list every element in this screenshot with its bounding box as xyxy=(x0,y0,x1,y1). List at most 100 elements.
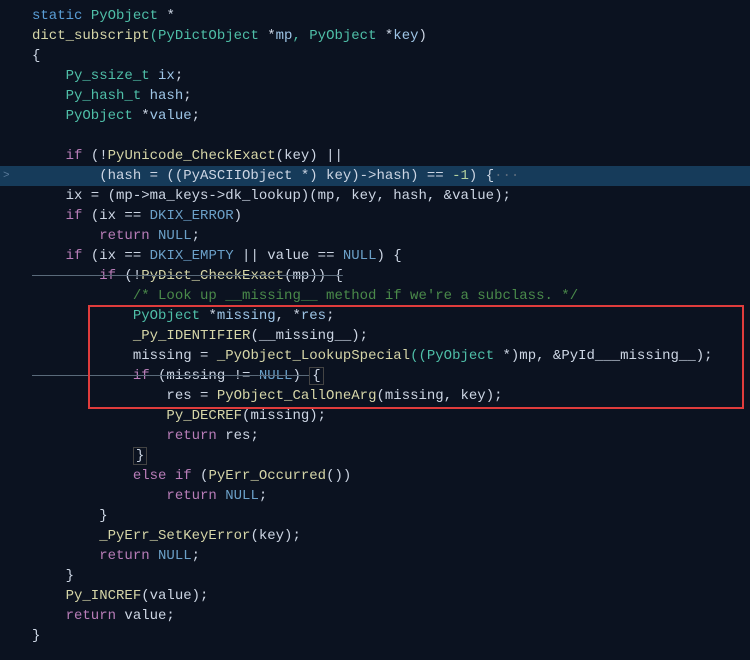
code-line: Py_DECREF(missing); xyxy=(0,406,750,426)
token-type: Py_ssize_t xyxy=(32,68,158,84)
code-line: if (missing != NULL) { xyxy=(0,366,750,386)
code-line: missing = _PyObject_LookupSpecial((PyObj… xyxy=(0,346,750,366)
token-macro: NULL xyxy=(259,368,293,384)
token-punct: ; xyxy=(192,548,200,564)
token-id: value xyxy=(150,108,192,124)
token-type: , PyObject xyxy=(292,28,384,44)
token-punct: ; xyxy=(183,88,191,104)
token-function: Py_INCREF xyxy=(32,588,141,604)
token-function: PyDict_CheckExact xyxy=(141,268,284,284)
code-editor[interactable]: static PyObject * dict_subscript(PyDictO… xyxy=(0,0,750,652)
code-line: PyObject *missing, *res; xyxy=(0,306,750,326)
token-code: || value == xyxy=(234,248,343,264)
token-type: Py_hash_t xyxy=(32,88,150,104)
token-macro: DKIX_ERROR xyxy=(150,208,234,224)
code-line: return NULL; xyxy=(0,486,750,506)
token-code: ) xyxy=(234,208,242,224)
token-op: (! xyxy=(82,148,107,164)
token-code: value; xyxy=(116,608,175,624)
token-function: Py_DECREF xyxy=(32,408,242,424)
token-id: res xyxy=(301,308,326,324)
code-line: } xyxy=(0,506,750,526)
token-id: missing xyxy=(217,308,276,324)
code-line-highlighted: > (hash = ((PyASCIIObject *) key)->hash)… xyxy=(0,166,750,186)
token-control: if xyxy=(32,248,82,264)
token-op: (! xyxy=(116,268,141,284)
code-line: dict_subscript(PyDictObject *mp, PyObjec… xyxy=(0,26,750,46)
token-code: ) key)->hash) == xyxy=(309,168,452,184)
code-line: { xyxy=(0,46,750,66)
code-line: return NULL; xyxy=(0,226,750,246)
code-line: _PyErr_SetKeyError(key); xyxy=(0,526,750,546)
token-brace-boxed: { xyxy=(309,367,323,385)
code-line: static PyObject * xyxy=(0,6,750,26)
code-line: return value; xyxy=(0,606,750,626)
token-brace: } xyxy=(32,628,40,644)
token-type: ((PyObject xyxy=(410,348,502,364)
token-control: else if xyxy=(32,468,192,484)
token-op: * xyxy=(301,168,309,184)
token-keyword: static xyxy=(32,8,82,24)
code-line: /* Look up __missing__ method if we're a… xyxy=(0,286,750,306)
code-line: if (!PyDict_CheckExact(mp)) { xyxy=(0,266,750,286)
token-punct: ; xyxy=(192,108,200,124)
code-line: res = PyObject_CallOneArg(missing, key); xyxy=(0,386,750,406)
code-line-blank xyxy=(0,126,750,146)
token-op: (key) || xyxy=(276,148,343,164)
token-code: )mp, &PyId___missing__); xyxy=(511,348,713,364)
token-code: (hash = ((PyASCIIObject xyxy=(32,168,301,184)
code-line: } xyxy=(0,626,750,646)
token-function: PyErr_Occurred xyxy=(208,468,326,484)
code-line: _Py_IDENTIFIER(__missing__); xyxy=(0,326,750,346)
token-control: if xyxy=(32,368,150,384)
token-control: return xyxy=(32,548,150,564)
code-line: return NULL; xyxy=(0,546,750,566)
token-id: hash xyxy=(150,88,184,104)
code-line: if (ix == DKIX_ERROR) xyxy=(0,206,750,226)
code-line: } xyxy=(0,446,750,466)
fold-arrow-icon[interactable]: > xyxy=(3,166,10,186)
token-control: if xyxy=(32,208,82,224)
token-code: ) xyxy=(292,368,309,384)
token-brace: } xyxy=(32,568,74,584)
token-control: if xyxy=(32,268,116,284)
token-control: return xyxy=(32,608,116,624)
token-function: PyObject_CallOneArg xyxy=(217,388,377,404)
token-comment: /* Look up __missing__ method if we're a… xyxy=(32,288,578,304)
token-code: (key); xyxy=(250,528,300,544)
code-line: ix = (mp->ma_keys->dk_lookup)(mp, key, h… xyxy=(0,186,750,206)
token-function: PyUnicode_CheckExact xyxy=(108,148,276,164)
token-code xyxy=(150,548,158,564)
token-folded[interactable]: ··· xyxy=(494,168,519,184)
token-brace: { xyxy=(32,48,40,64)
token-punct: ; xyxy=(259,488,267,504)
token-op: * xyxy=(141,108,149,124)
token-brace: ) { xyxy=(469,168,494,184)
token-control: return xyxy=(32,428,217,444)
token-code: ix = (mp->ma_keys->dk_lookup)(mp, key, h… xyxy=(32,188,511,204)
token-code xyxy=(217,488,225,504)
token-code: (value); xyxy=(141,588,208,604)
token-brace: (mp)) { xyxy=(284,268,343,284)
token-type: PyObject xyxy=(32,108,141,124)
token-type: PyObject xyxy=(82,8,166,24)
token-code xyxy=(32,448,133,464)
token-function: _Py_IDENTIFIER xyxy=(32,328,250,344)
token-op: * xyxy=(208,308,216,324)
token-brace: } xyxy=(32,508,108,524)
token-code: (ix == xyxy=(82,248,149,264)
token-id: ix xyxy=(158,68,175,84)
token-macro: NULL xyxy=(158,548,192,564)
token-code: (__missing__); xyxy=(250,328,368,344)
code-line: if (ix == DKIX_EMPTY || value == NULL) { xyxy=(0,246,750,266)
token-type: (PyDictObject xyxy=(150,28,268,44)
code-line: PyObject *value; xyxy=(0,106,750,126)
code-line: if (!PyUnicode_CheckExact(key) || xyxy=(0,146,750,166)
token-macro: NULL xyxy=(343,248,377,264)
token-id: mp xyxy=(276,28,293,44)
token-id: key xyxy=(393,28,418,44)
token-code: (missing, key); xyxy=(376,388,502,404)
code-line: } xyxy=(0,566,750,586)
token-op: ) xyxy=(419,28,427,44)
token-code: res; xyxy=(217,428,259,444)
